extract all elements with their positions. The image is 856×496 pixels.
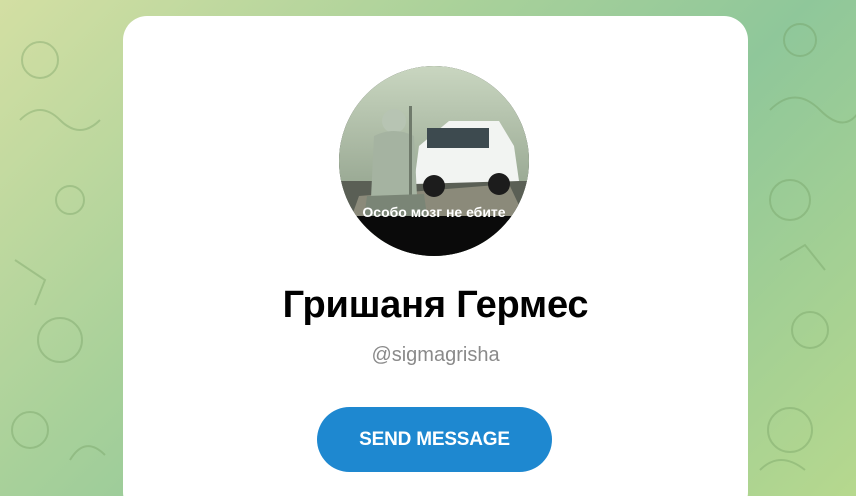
profile-name: Гришаня Гермес xyxy=(282,284,589,326)
profile-card: Особо мозг не ебите Гришаня Гермес @sigm… xyxy=(123,16,748,496)
send-message-button[interactable]: SEND MESSAGE xyxy=(317,407,552,472)
avatar-caption-text: Особо мозг не ебите xyxy=(362,204,505,220)
profile-avatar[interactable]: Особо мозг не ебите xyxy=(339,66,529,256)
profile-username[interactable]: @sigmagrisha xyxy=(123,344,748,367)
